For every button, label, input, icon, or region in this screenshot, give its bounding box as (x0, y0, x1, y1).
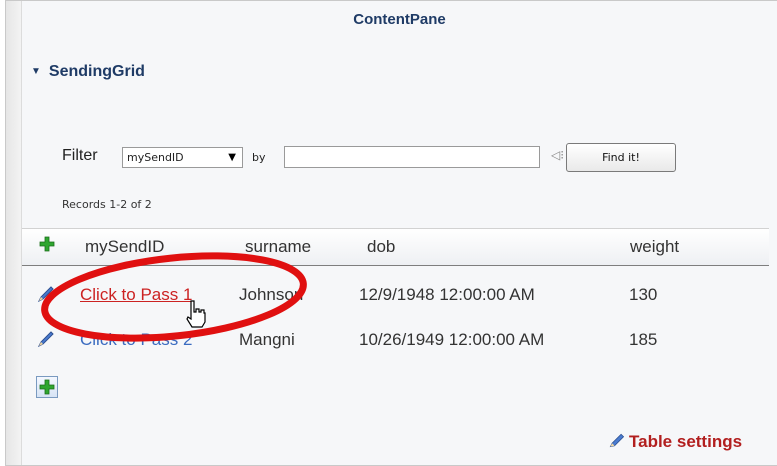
cell-weight: 185 (629, 330, 658, 349)
table-settings-link[interactable]: Table settings (607, 431, 742, 452)
find-button[interactable]: Find it! (566, 143, 676, 172)
cell-weight: 130 (629, 285, 658, 304)
plus-icon[interactable] (39, 236, 55, 252)
filter-search-input[interactable] (284, 146, 540, 168)
column-header-dob[interactable]: dob (367, 237, 395, 257)
add-row-button[interactable] (36, 376, 58, 398)
clear-icon[interactable]: ◁⁝ (551, 148, 564, 162)
row-link[interactable]: Click to Pass 1 (80, 285, 192, 305)
chevron-down-icon: ▼ (228, 152, 236, 163)
cell-dob: 12/9/1948 12:00:00 AM (359, 285, 535, 304)
table-row: Click to Pass 1 Johnson 12/9/1948 12:00:… (22, 271, 769, 316)
filter-label: Filter (62, 147, 98, 164)
cell-surname: Johnson (239, 285, 304, 304)
filter-field-select[interactable]: mySendID ▼ (122, 147, 243, 168)
triangle-down-icon[interactable]: ▼ (31, 66, 41, 77)
records-count: Records 1-2 of 2 (62, 198, 152, 211)
section-header[interactable]: ▼ SendingGrid (31, 63, 145, 81)
pencil-icon[interactable] (35, 283, 57, 305)
table-settings-label: Table settings (629, 432, 743, 451)
pencil-icon[interactable] (35, 328, 57, 350)
table-row: Click to Pass 2 Mangni 10/26/1949 12:00:… (22, 316, 769, 361)
row-link[interactable]: Click to Pass 2 (80, 330, 192, 350)
pencil-icon (609, 433, 625, 448)
by-label: by (252, 151, 266, 164)
left-gutter (6, 1, 22, 465)
plus-icon (39, 379, 55, 395)
cell-dob: 10/26/1949 12:00:00 AM (359, 330, 545, 349)
pane-title: ContentPane (353, 11, 446, 28)
column-header-mysendid[interactable]: mySendID (85, 237, 164, 257)
column-header-weight[interactable]: weight (630, 237, 679, 257)
filter-field-value: mySendID (127, 151, 184, 164)
column-header-surname[interactable]: surname (245, 237, 311, 257)
section-title: SendingGrid (48, 63, 145, 80)
content-pane: ContentPane ▼ SendingGrid Filter mySendID… (22, 1, 777, 465)
cell-surname: Mangni (239, 330, 295, 349)
